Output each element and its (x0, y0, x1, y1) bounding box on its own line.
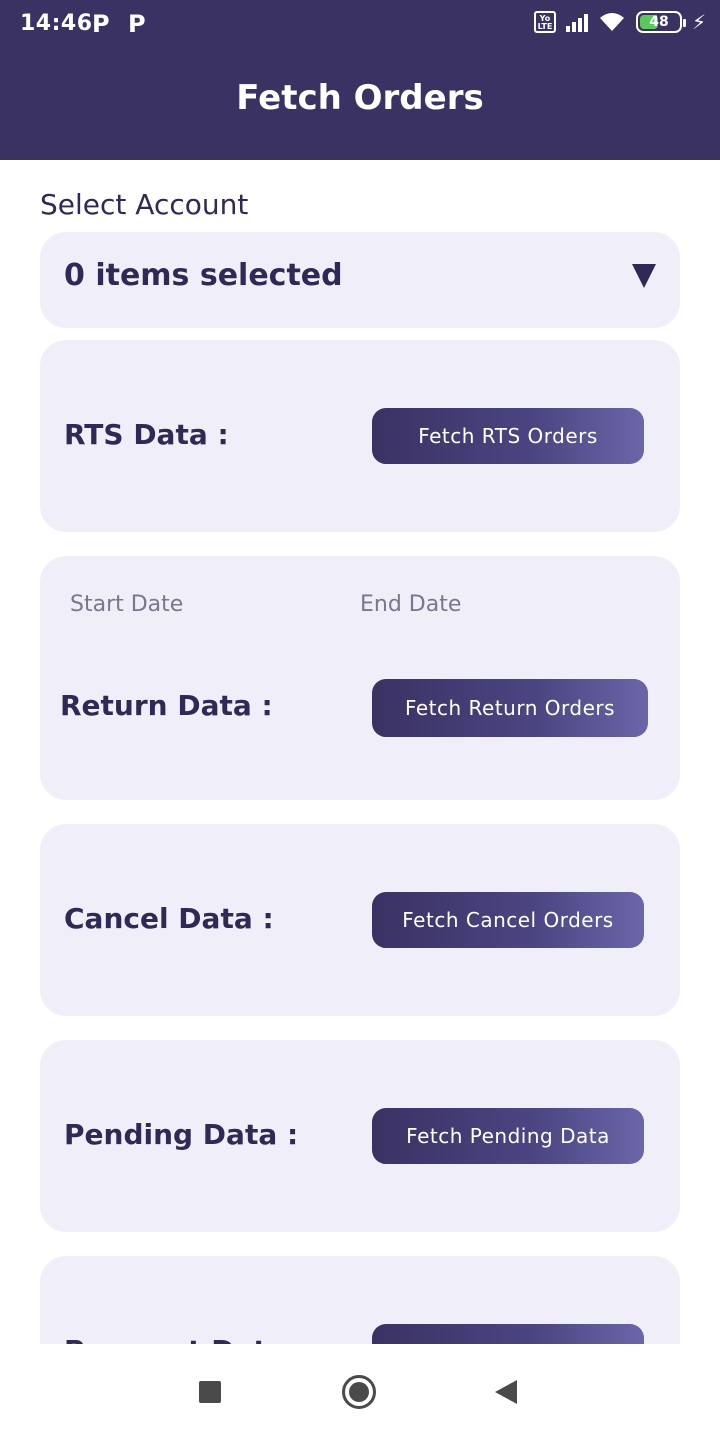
home-icon[interactable] (342, 1375, 376, 1409)
status-bar: 14:46 P P Yo LTE 48 ⚡ (0, 0, 720, 50)
notification-p-icon-2: P (128, 10, 146, 38)
page-title: Fetch Orders (236, 78, 484, 118)
main-content[interactable]: Select Account 0 items selected RTS Data… (0, 160, 720, 1344)
dropdown-selected-value: 0 items selected (64, 258, 343, 293)
pending-data-label: Pending Data : (64, 1118, 299, 1151)
battery-icon: 48 (635, 11, 686, 33)
signal-icon (565, 12, 588, 32)
lte-icon: Yo LTE (533, 11, 556, 33)
fetch-cancel-orders-button[interactable]: Fetch Cancel Orders (372, 892, 644, 948)
caret-down-icon (632, 264, 656, 288)
fetch-payment-button[interactable] (372, 1324, 644, 1344)
status-time: 14:46 (20, 11, 93, 36)
cancel-card: Cancel Data : Fetch Cancel Orders (40, 824, 680, 1016)
app-bar: 14:46 P P Yo LTE 48 ⚡ Fetch Orders (0, 0, 720, 160)
back-icon[interactable] (495, 1380, 517, 1404)
charging-icon: ⚡ (691, 10, 706, 34)
return-data-label: Return Data : (60, 689, 273, 722)
pending-card: Pending Data : Fetch Pending Data (40, 1040, 680, 1232)
battery-level: 48 (649, 14, 669, 30)
cancel-data-label: Cancel Data : (64, 902, 274, 935)
notification-p-icon: P (92, 10, 110, 38)
system-nav-bar (0, 1344, 720, 1440)
rts-data-label: RTS Data : (64, 418, 229, 451)
wifi-icon (599, 13, 624, 31)
return-card: Start Date End Date Return Data : Fetch … (40, 556, 680, 800)
status-right-group: Yo LTE 48 ⚡ (533, 10, 706, 34)
fetch-pending-data-button[interactable]: Fetch Pending Data (372, 1108, 644, 1164)
payment-data-label: Payment Data : (64, 1334, 307, 1344)
recents-icon[interactable] (199, 1381, 221, 1403)
select-account-label: Select Account (40, 188, 249, 221)
start-date-field[interactable]: Start Date (70, 592, 183, 617)
payment-card: Payment Data : (40, 1256, 680, 1344)
account-dropdown[interactable]: 0 items selected (40, 232, 680, 328)
rts-card: RTS Data : Fetch RTS Orders (40, 340, 680, 532)
fetch-rts-orders-button[interactable]: Fetch RTS Orders (372, 408, 644, 464)
fetch-return-orders-button[interactable]: Fetch Return Orders (372, 679, 648, 737)
end-date-field[interactable]: End Date (360, 592, 461, 617)
